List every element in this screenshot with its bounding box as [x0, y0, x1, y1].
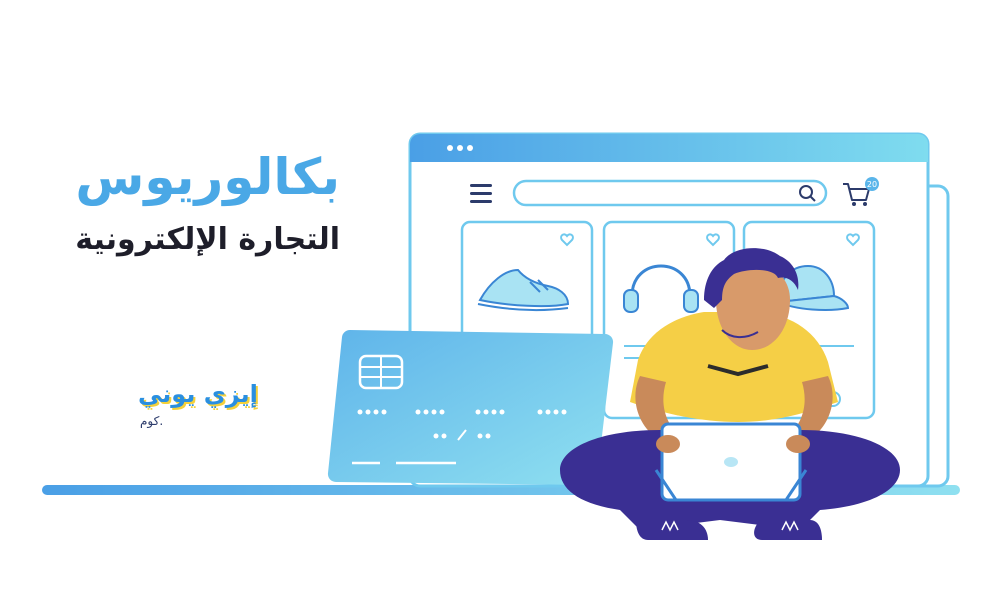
ecommerce-illustration: 20: [42, 132, 960, 540]
browser-titlebar: [410, 134, 928, 162]
laptop-logo-icon: [724, 457, 738, 467]
search-input[interactable]: [512, 179, 828, 207]
right-shoe: [754, 520, 822, 540]
left-shoe: [636, 520, 708, 540]
menu-icon[interactable]: [470, 184, 492, 203]
cart-count: 20: [867, 180, 877, 189]
